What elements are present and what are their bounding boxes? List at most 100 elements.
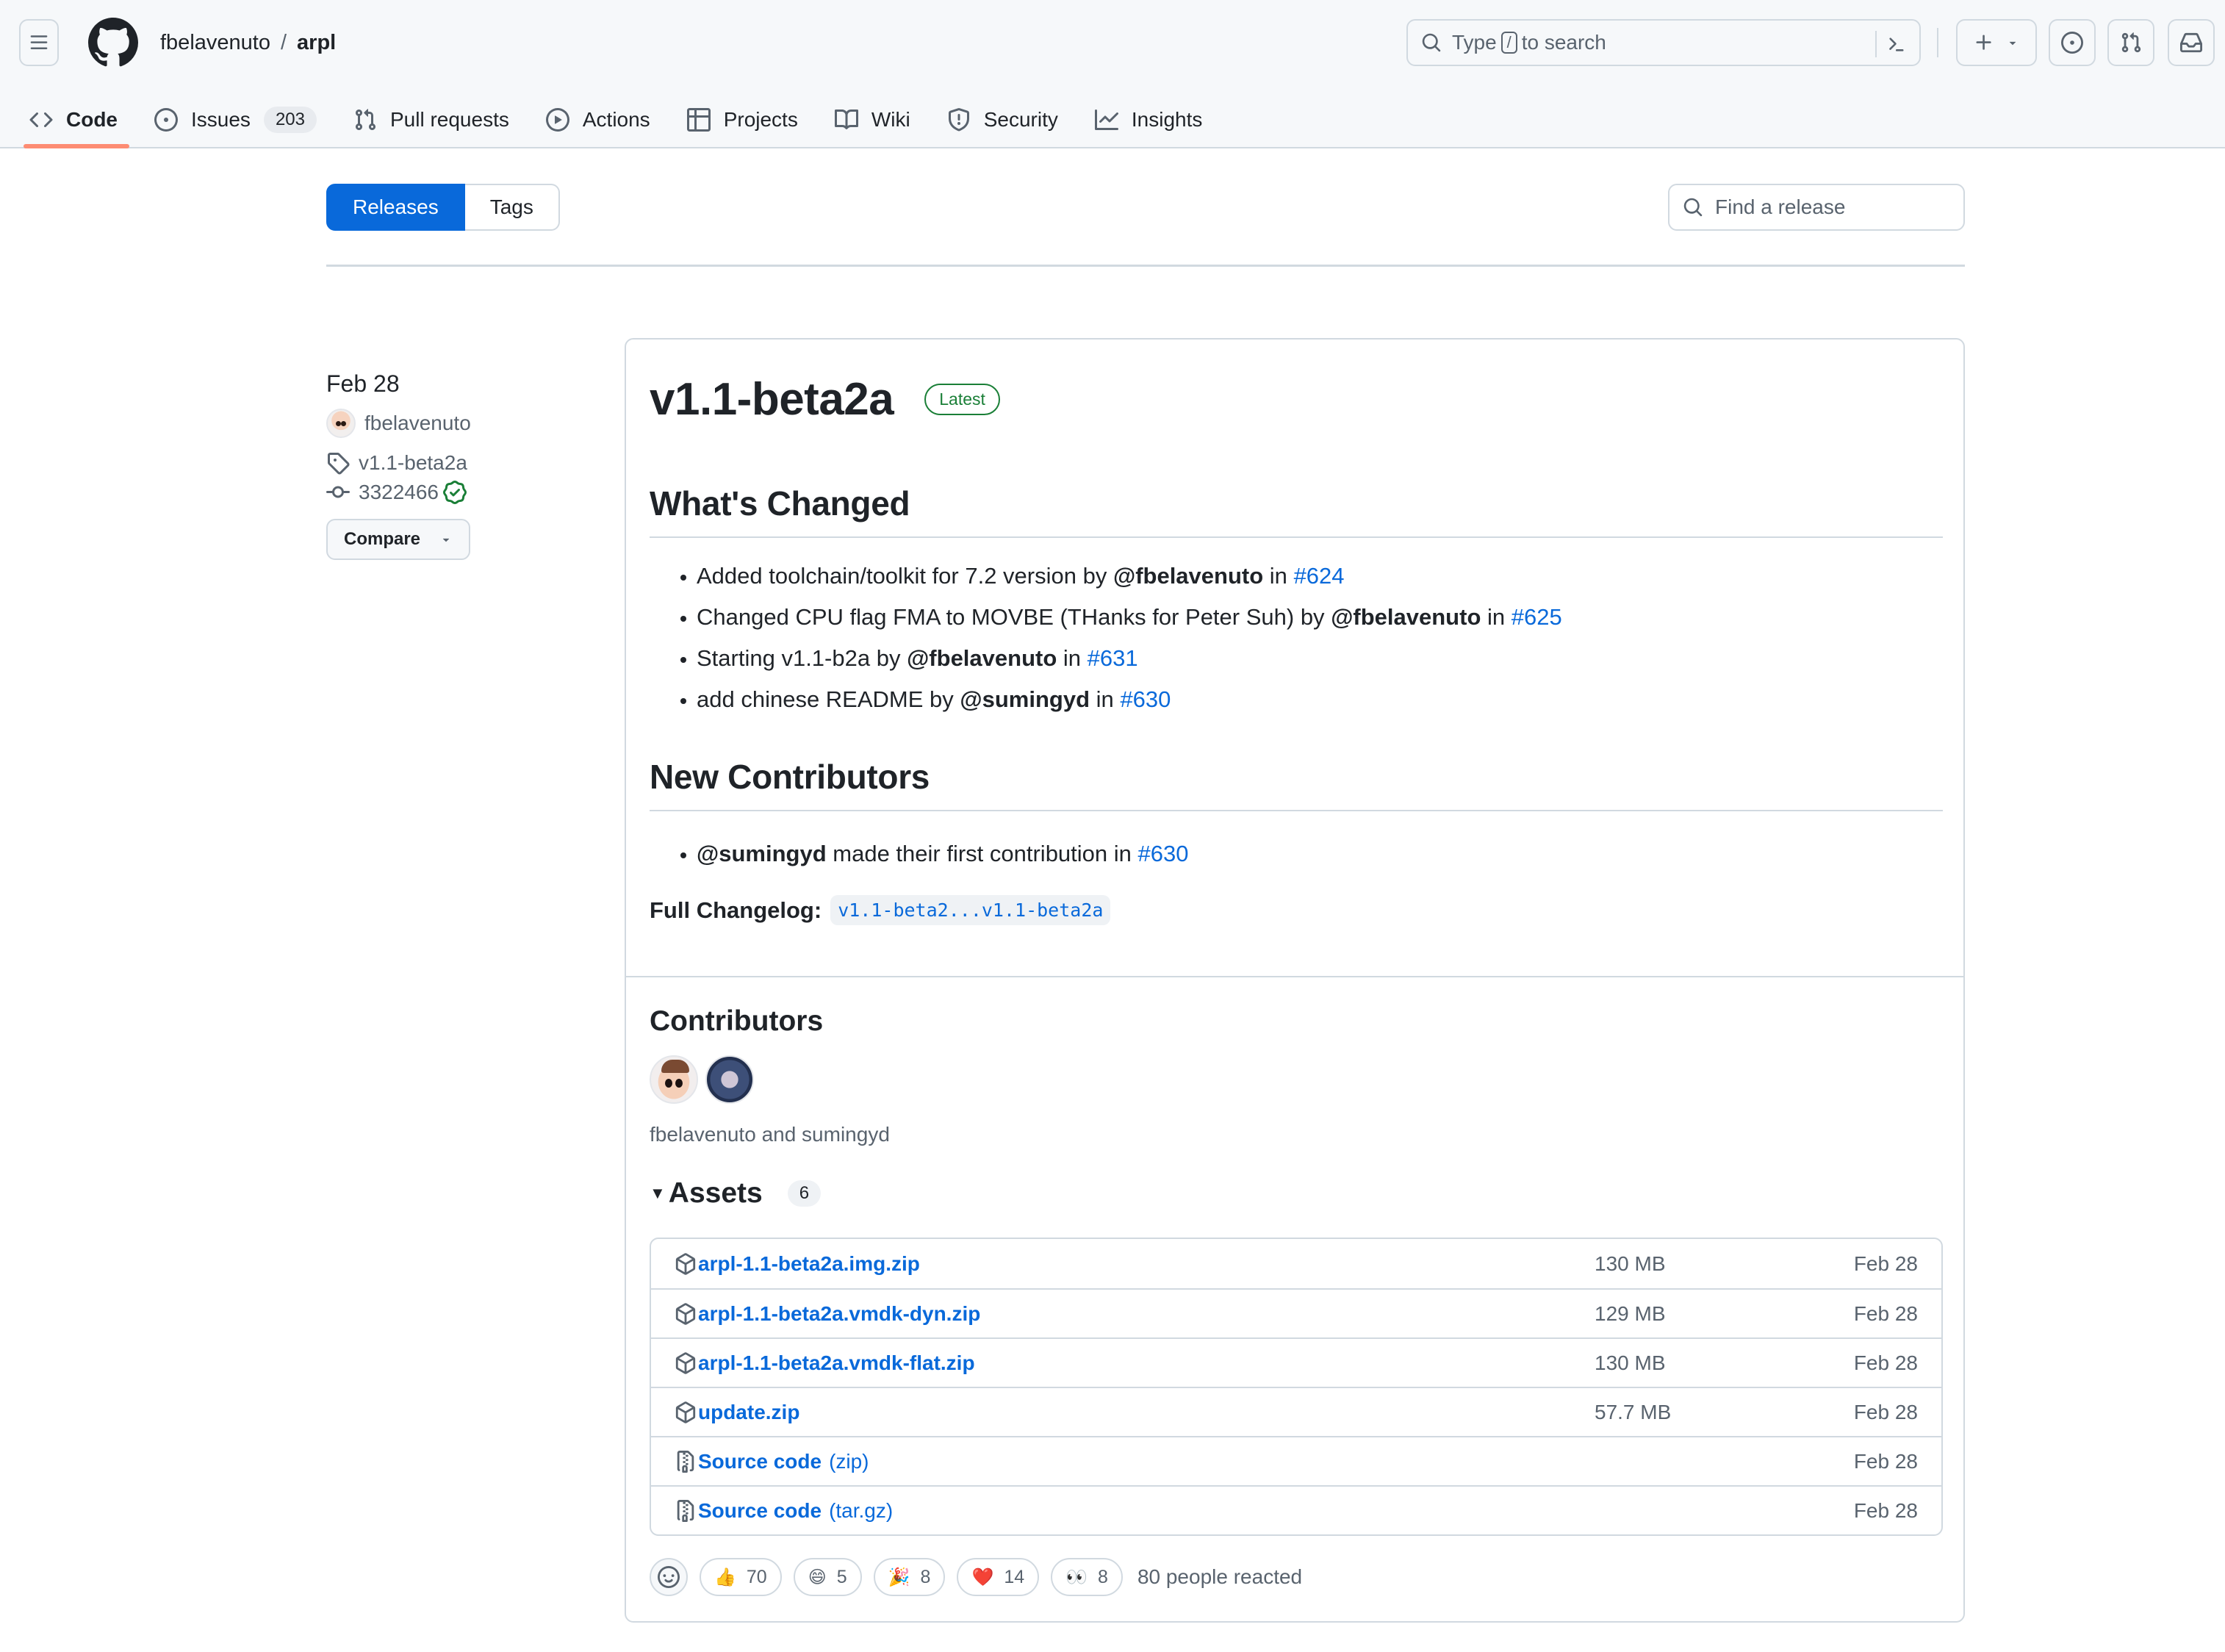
pr-link[interactable]: #630 — [1120, 686, 1171, 712]
asset-row: update.zip 57.7 MB Feb 28 — [651, 1387, 1941, 1436]
reaction-count: 8 — [1098, 1566, 1108, 1587]
asset-format[interactable]: (zip) — [829, 1450, 869, 1473]
repo-owner-link[interactable]: fbelavenuto — [160, 28, 270, 57]
triangle-down-icon — [2009, 41, 2016, 46]
file-zip-icon — [677, 1499, 694, 1522]
search-divider — [1875, 31, 1877, 57]
find-release-input[interactable]: Find a release — [1668, 184, 1965, 231]
release-sidebar: Feb 28 fbelavenuto v1.1-beta2a 3322466 C… — [326, 367, 605, 560]
search-suffix: to search — [1521, 31, 1606, 54]
asset-link[interactable]: update.zip — [675, 1401, 1595, 1424]
asset-name[interactable]: Source code — [698, 1450, 822, 1473]
reaction-laugh-button[interactable]: 😄 5 — [793, 1558, 862, 1596]
shield-icon — [948, 108, 969, 132]
tags-tab[interactable]: Tags — [464, 184, 560, 231]
package-icon — [675, 1252, 696, 1275]
reaction-heart-button[interactable]: ❤️ 14 — [957, 1558, 1040, 1596]
full-changelog: Full Changelog: v1.1-beta2...v1.1-beta2a — [650, 895, 1111, 925]
tab-security[interactable]: Security — [947, 98, 1058, 142]
pr-link[interactable]: #630 — [1138, 841, 1189, 866]
asset-name[interactable]: arpl-1.1-beta2a.img.zip — [698, 1252, 920, 1276]
pr-link[interactable]: #631 — [1088, 645, 1138, 671]
author-avatar[interactable] — [326, 409, 356, 438]
user-mention[interactable]: @fbelavenuto — [1331, 604, 1481, 630]
asset-name[interactable]: update.zip — [698, 1401, 799, 1424]
user-mention[interactable]: @sumingyd — [697, 841, 827, 866]
plus-icon — [1976, 35, 1991, 50]
file-zip-icon — [677, 1450, 694, 1473]
compare-button[interactable]: Compare — [326, 519, 470, 560]
user-mention[interactable]: @fbelavenuto — [907, 645, 1057, 671]
play-icon — [545, 108, 569, 132]
asset-link[interactable]: arpl-1.1-beta2a.img.zip — [675, 1252, 1595, 1276]
your-pull-requests-button[interactable] — [2107, 19, 2154, 66]
release-title[interactable]: v1.1-beta2a — [650, 373, 894, 425]
create-new-button[interactable] — [1956, 19, 2037, 66]
reaction-count: 5 — [836, 1566, 847, 1587]
reaction-thumbs-up-button[interactable]: 👍 70 — [700, 1558, 782, 1596]
asset-link[interactable]: Source code (zip) — [675, 1450, 1595, 1473]
package-icon — [675, 1401, 696, 1423]
asset-format[interactable]: (tar.gz) — [829, 1499, 893, 1523]
releases-tab[interactable]: Releases — [326, 184, 465, 231]
your-issues-button[interactable] — [2049, 19, 2096, 66]
package-icon — [675, 1351, 696, 1374]
tab-issues[interactable]: Issues 203 — [154, 98, 317, 142]
asset-row: Source code (zip) Feb 28 — [651, 1436, 1941, 1485]
tab-pull-requests-label: Pull requests — [389, 108, 509, 131]
asset-link[interactable]: Source code (tar.gz) — [675, 1499, 1595, 1523]
contributors-names: fbelavenuto and sumingyd — [650, 1123, 890, 1146]
asset-link[interactable]: arpl-1.1-beta2a.vmdk-dyn.zip — [675, 1302, 1595, 1326]
add-reaction-button[interactable] — [650, 1558, 688, 1596]
asset-name[interactable]: arpl-1.1-beta2a.vmdk-dyn.zip — [698, 1302, 980, 1326]
search-shortcut-key: / — [1500, 32, 1517, 54]
release-tag[interactable]: v1.1-beta2a — [326, 450, 605, 476]
release-author[interactable]: fbelavenuto — [326, 409, 605, 438]
asset-name[interactable]: Source code — [698, 1499, 822, 1523]
tab-code[interactable]: Code — [29, 98, 118, 142]
asset-link[interactable]: arpl-1.1-beta2a.vmdk-flat.zip — [675, 1351, 1595, 1375]
notifications-inbox-button[interactable] — [2168, 19, 2215, 66]
assets-heading: Assets — [668, 1177, 763, 1209]
tab-insights[interactable]: Insights — [1094, 98, 1202, 142]
user-mention[interactable]: @sumingyd — [960, 686, 1090, 712]
asset-name[interactable]: arpl-1.1-beta2a.vmdk-flat.zip — [698, 1351, 975, 1375]
laugh-emoji-icon: 😄 — [808, 1567, 827, 1587]
list-item: @sumingyd made their first contribution … — [650, 833, 1189, 875]
active-tab-indicator — [24, 144, 129, 148]
author-name[interactable]: fbelavenuto — [364, 410, 471, 437]
command-palette-button[interactable] — [1881, 29, 1911, 59]
tab-wiki[interactable]: Wiki — [834, 98, 910, 142]
release-commit[interactable]: 3322466 — [326, 479, 605, 506]
asset-date: Feb 28 — [1853, 1449, 1918, 1473]
search-icon — [1422, 33, 1441, 52]
global-search-input[interactable]: Type / to search — [1406, 19, 1921, 66]
asset-size: 57.7 MB — [1595, 1400, 1672, 1423]
full-changelog-link[interactable]: v1.1-beta2...v1.1-beta2a — [830, 895, 1111, 925]
tab-issues-label: Issues — [191, 108, 251, 131]
tag-name[interactable]: v1.1-beta2a — [359, 450, 467, 476]
pr-link[interactable]: #625 — [1512, 604, 1562, 630]
tab-actions[interactable]: Actions — [545, 98, 650, 142]
open-global-nav-button[interactable] — [19, 19, 59, 66]
tab-projects[interactable]: Projects — [686, 98, 798, 142]
verified-icon[interactable] — [443, 481, 467, 504]
asset-size: 129 MB — [1595, 1301, 1666, 1325]
reaction-eyes-button[interactable]: 👀 8 — [1051, 1558, 1123, 1596]
release-date: Feb 28 — [326, 370, 400, 397]
tab-pull-requests[interactable]: Pull requests — [353, 98, 509, 142]
pr-link[interactable]: #624 — [1294, 563, 1345, 589]
caret-down-icon: ▼ — [650, 1184, 666, 1202]
commit-sha[interactable]: 3322466 — [359, 479, 439, 506]
contributor-avatar-sumingyd[interactable] — [705, 1055, 754, 1104]
repo-name-link[interactable]: arpl — [297, 28, 336, 57]
user-mention[interactable]: @fbelavenuto — [1113, 563, 1263, 589]
asset-size: 130 MB — [1595, 1351, 1666, 1374]
assets-toggle[interactable]: ▼ Assets 6 — [650, 1177, 822, 1210]
issues-count-badge: 203 — [263, 107, 317, 133]
github-logo-icon[interactable] — [88, 18, 138, 68]
reactions-summary[interactable]: 80 people reacted — [1137, 1565, 1302, 1589]
contributor-avatar-fbelavenuto[interactable] — [650, 1055, 698, 1104]
package-icon — [675, 1302, 696, 1325]
reaction-hooray-button[interactable]: 🎉 8 — [873, 1558, 946, 1596]
